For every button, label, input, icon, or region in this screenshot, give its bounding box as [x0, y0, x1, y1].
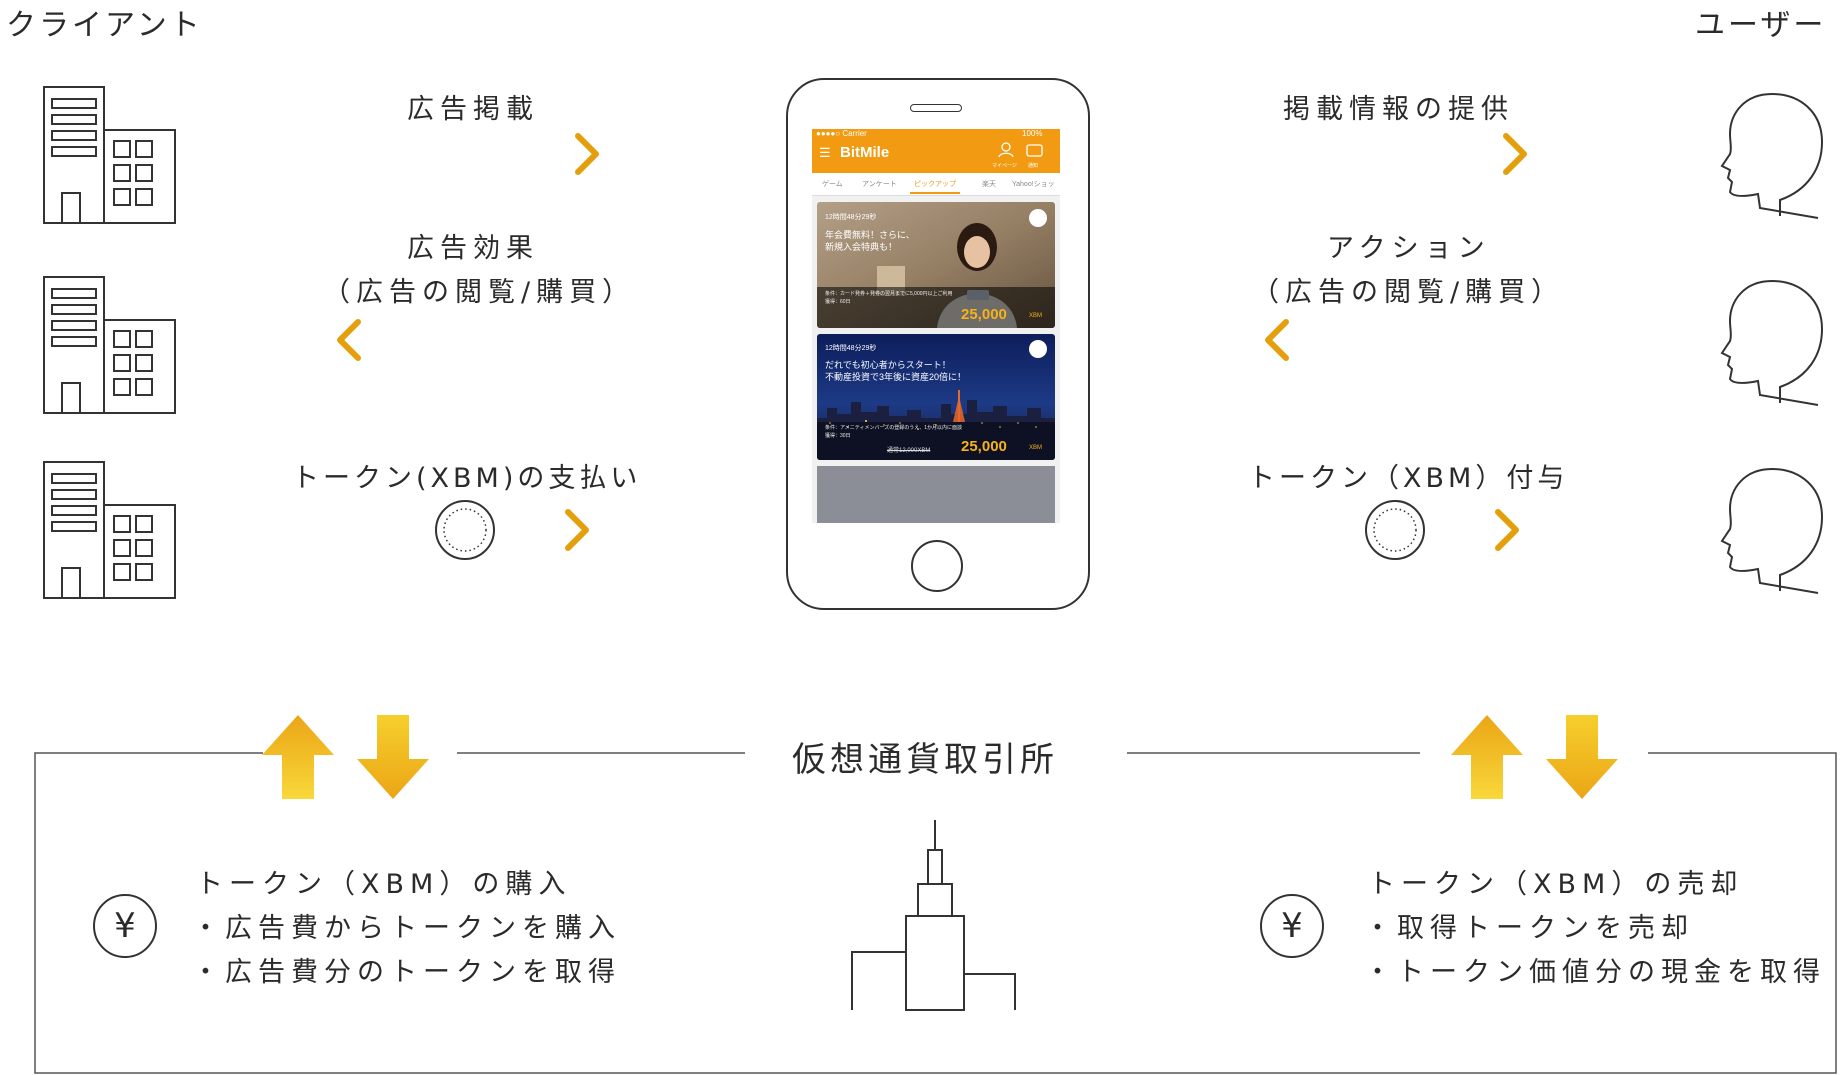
skyscraper-icon — [851, 820, 1016, 1011]
arrow-up-icon — [1451, 715, 1523, 799]
sell-token-item: ・トークン価値分の現金を取得 — [1364, 957, 1826, 988]
arrow-down-icon — [1546, 715, 1618, 799]
exchange-title: 仮想通貨取引所 — [792, 740, 1058, 780]
arrow-down-icon — [357, 715, 429, 799]
yen-icon: ¥ — [1260, 894, 1324, 958]
yen-icon: ¥ — [93, 894, 157, 958]
sell-token-heading: トークン（XBM）の売却 — [1368, 869, 1744, 900]
buy-token-item: ・広告費からトークンを購入 — [192, 913, 621, 944]
sell-token-item: ・取得トークンを売却 — [1364, 913, 1694, 944]
buy-token-item: ・広告費分のトークンを取得 — [192, 957, 621, 988]
arrow-up-icon — [262, 715, 334, 799]
diagram-canvas: クライアント ユーザー 広告掲載 広告効果 （広告の閲覧/購買） トークン(XB… — [0, 0, 1844, 1075]
buy-token-heading: トークン（XBM）の購入 — [196, 869, 572, 900]
